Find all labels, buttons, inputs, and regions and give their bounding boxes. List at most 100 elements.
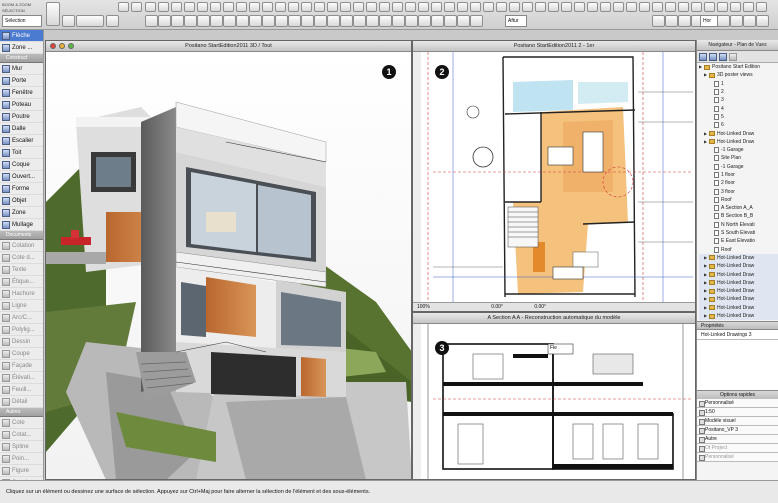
toolbar-small-button[interactable]	[639, 2, 650, 12]
disclosure-arrow-icon[interactable]: ▶	[704, 279, 707, 287]
palette-tool-item[interactable]: Poteau	[0, 99, 43, 111]
redo-icon[interactable]	[118, 2, 129, 12]
section-titlebar[interactable]: A Section A A - Reconstruction automatiq…	[413, 313, 695, 324]
toolbar-small-button[interactable]	[717, 2, 728, 12]
floor-plan-window[interactable]: Positano StartEdition2011 2 - 1er 2 100%…	[412, 40, 696, 312]
navigator-tree-item[interactable]: B Section B_B	[699, 212, 778, 220]
toolbar-button[interactable]	[171, 15, 184, 27]
palette-tool-item[interactable]: Cote	[0, 417, 43, 429]
disclosure-arrow-icon[interactable]: ▶	[704, 287, 707, 295]
3d-window-titlebar[interactable]: Positano StartEdition2011 3D / Tout	[46, 41, 411, 52]
palette-tool-item[interactable]: Spline	[0, 441, 43, 453]
toolbar-small-button[interactable]	[613, 2, 624, 12]
toolbar-small-button[interactable]	[288, 2, 299, 12]
properties-header[interactable]: Propriétés	[697, 321, 778, 330]
toolbar-small-button[interactable]	[665, 2, 676, 12]
toolbar-small-button[interactable]	[483, 2, 494, 12]
navigator-tree-item[interactable]: 1	[699, 80, 778, 88]
navigator-tree-item[interactable]: ▶ Hot-Linked Draw	[699, 138, 778, 146]
toolbar-small-button[interactable]	[431, 2, 442, 12]
toolbar-small-button[interactable]	[210, 2, 221, 12]
toolbar-button[interactable]	[301, 15, 314, 27]
arrow-tool-icon[interactable]	[46, 2, 60, 26]
marquee-icon[interactable]	[62, 15, 75, 27]
3d-window[interactable]: Positano StartEdition2011 3D / Tout 1	[45, 40, 412, 480]
toolbar-button[interactable]	[158, 15, 171, 27]
palette-tool-item[interactable]: Arc/C...	[0, 312, 43, 324]
navigator-tree-item[interactable]: E East Elevatio	[699, 237, 778, 245]
navigator-tree-item[interactable]: 4	[699, 104, 778, 112]
toolbar-small-button[interactable]	[574, 2, 585, 12]
palette-tool-item[interactable]: Élévati...	[0, 372, 43, 384]
3d-house-render[interactable]	[46, 52, 412, 480]
toolbar-small-button[interactable]	[275, 2, 286, 12]
navigator-tree-item[interactable]: -1 Garage	[699, 163, 778, 171]
palette-tool-item[interactable]: Ligne	[0, 300, 43, 312]
toolbar-button[interactable]	[431, 15, 444, 27]
palette-tool-item[interactable]: Poutre	[0, 111, 43, 123]
toolbar-small-button[interactable]	[457, 2, 468, 12]
properties-value[interactable]: Hot-Linked Drawings 3	[697, 330, 778, 340]
toolbar-small-button[interactable]	[496, 2, 507, 12]
palette-tool-item[interactable]: Façade	[0, 360, 43, 372]
pointer-icon[interactable]	[106, 15, 119, 27]
toolbar-small-button[interactable]	[184, 2, 195, 12]
disclosure-arrow-icon[interactable]: ▶	[704, 254, 707, 262]
toolbar-small-button[interactable]	[561, 2, 572, 12]
toolbar-small-button[interactable]	[730, 2, 741, 12]
documents-section-title[interactable]: Documents	[0, 231, 43, 240]
toolbar-small-button[interactable]	[223, 2, 234, 12]
navigator-tree-item[interactable]: ▶ Positano Start Edition	[699, 63, 778, 71]
toolbar-small-button[interactable]	[145, 2, 156, 12]
disclosure-arrow-icon[interactable]: ▶	[704, 262, 707, 270]
navigator-tree-item[interactable]: 2	[699, 88, 778, 96]
zoom-icon[interactable]	[68, 43, 74, 49]
toolbar-button[interactable]	[197, 15, 210, 27]
toolbar-small-button[interactable]	[340, 2, 351, 12]
close-icon[interactable]	[50, 43, 56, 49]
toolbar-button[interactable]	[457, 15, 470, 27]
disclosure-arrow-icon[interactable]: ▶	[704, 295, 707, 303]
palette-tool-item[interactable]: Flèche	[0, 30, 43, 42]
quick-option-row[interactable]: 1:50	[697, 408, 778, 417]
toolbar-button[interactable]	[366, 15, 379, 27]
navigator-tree-item[interactable]: 6	[699, 121, 778, 129]
toolbar-small-button[interactable]	[353, 2, 364, 12]
palette-tool-item[interactable]: Porte	[0, 75, 43, 87]
navigator-tree-item[interactable]: ▶ Hot-Linked Draw	[699, 262, 778, 271]
palette-tool-item[interactable]: Escalier	[0, 135, 43, 147]
palette-tool-item[interactable]: Figure	[0, 465, 43, 477]
toolbar-button[interactable]	[678, 15, 691, 27]
palette-tool-item[interactable]: Coque	[0, 159, 43, 171]
quick-option-row[interactable]: Personnalisé	[697, 399, 778, 408]
toolbar-small-button[interactable]	[262, 2, 273, 12]
toolbar-button[interactable]	[236, 15, 249, 27]
palette-tool-item[interactable]: Mullage	[0, 219, 43, 231]
toolbar-small-button[interactable]	[197, 2, 208, 12]
toolbar-small-button[interactable]	[327, 2, 338, 12]
navigator-tree-item[interactable]: ▶ Hot-Linked Draw	[699, 129, 778, 137]
palette-tool-item[interactable]: Étique...	[0, 276, 43, 288]
quick-option-row[interactable]: Modèle visuel	[697, 417, 778, 426]
disclosure-arrow-icon[interactable]: ▶	[699, 63, 702, 71]
floor-plan-titlebar[interactable]: Positano StartEdition2011 2 - 1er	[413, 41, 695, 52]
project-map-icon[interactable]	[699, 53, 707, 61]
toolbar-button[interactable]	[249, 15, 262, 27]
toolbar-small-button[interactable]	[314, 2, 325, 12]
toolbar-button[interactable]	[652, 15, 665, 27]
undo-icon[interactable]	[131, 2, 142, 12]
navigator-tree-item[interactable]: A Section A_A	[699, 204, 778, 212]
navigator-tree-item[interactable]: 3	[699, 96, 778, 104]
quick-option-row[interactable]: Ot Project	[697, 444, 778, 453]
toolbar-button[interactable]	[327, 15, 340, 27]
navigator-tree-item[interactable]: ▶ Hot-Linked Draw	[699, 253, 778, 263]
palette-tool-item[interactable]: Dalle	[0, 123, 43, 135]
toolbar-small-button[interactable]	[470, 2, 481, 12]
palette-tool-item[interactable]: Mur	[0, 63, 43, 75]
palette-tool-item[interactable]: Objet	[0, 195, 43, 207]
disclosure-arrow-icon[interactable]: ▶	[704, 130, 707, 138]
palette-tool-item[interactable]: Hachure	[0, 288, 43, 300]
palette-tool-item[interactable]: Feuill...	[0, 384, 43, 396]
navigator-tree-item[interactable]: N North Elevati	[699, 221, 778, 229]
toolbar-button[interactable]	[210, 15, 223, 27]
